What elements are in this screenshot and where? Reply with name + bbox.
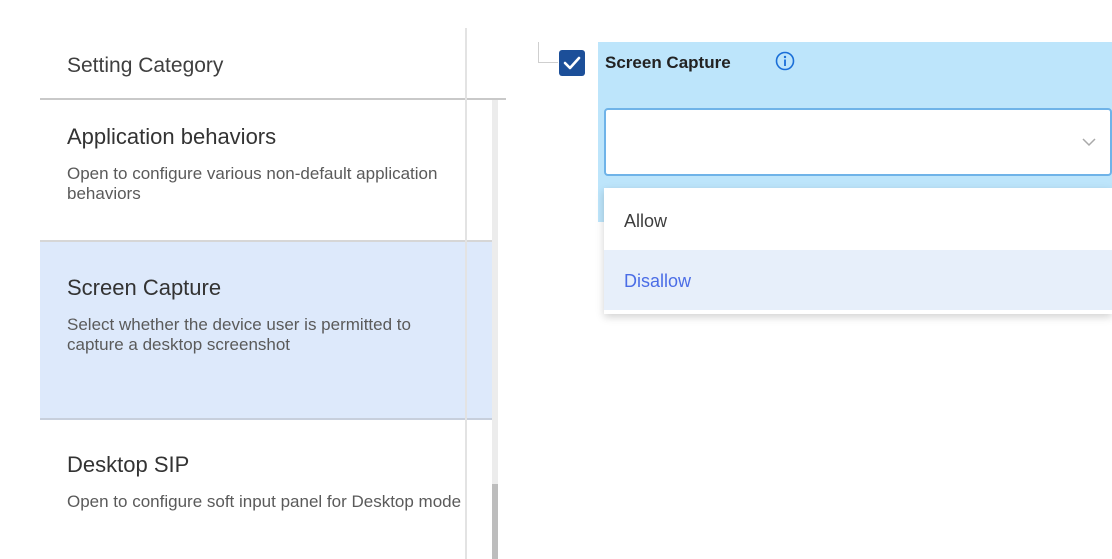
sidebar-item-description: Select whether the device user is permit… — [67, 315, 411, 354]
chevron-down-icon — [1082, 138, 1096, 147]
setting-label: Screen Capture — [605, 53, 731, 72]
sidebar-item-desktop-sip[interactable]: Desktop SIP Open to configure soft input… — [40, 420, 492, 559]
option-label: Disallow — [624, 271, 692, 291]
setting-category-header: Setting Category — [40, 28, 506, 100]
sidebar-item-title: Application behaviors — [67, 124, 277, 149]
checkmark-icon — [563, 56, 581, 70]
option-label: Allow — [624, 211, 668, 231]
setting-category-panel: Setting Category Application behaviors O… — [40, 0, 508, 559]
sidebar-item-title: Desktop SIP — [67, 452, 190, 477]
panel-divider — [465, 28, 467, 559]
tree-connector — [538, 62, 558, 63]
setting-category-title: Setting Category — [67, 54, 224, 77]
sidebar-item-description: Open to configure soft input panel for D… — [67, 492, 462, 511]
sidebar-item-application-behaviors[interactable]: Application behaviors Open to configure … — [40, 100, 492, 242]
sidebar-item-screen-capture[interactable]: Screen Capture Select whether the device… — [40, 242, 492, 420]
tree-connector — [538, 42, 539, 62]
sidebar-item-title: Screen Capture — [67, 275, 222, 300]
scrollbar-thumb[interactable] — [492, 484, 498, 559]
info-icon[interactable] — [775, 51, 795, 71]
option-allow[interactable]: Allow — [604, 190, 1112, 250]
screen-capture-checkbox[interactable] — [559, 50, 585, 76]
option-disallow[interactable]: Disallow — [604, 250, 1112, 310]
sidebar-item-description: Open to configure various non-default ap… — [67, 164, 438, 203]
screen-capture-select[interactable] — [604, 108, 1112, 176]
screen-capture-dropdown: Allow Disallow — [604, 188, 1112, 314]
sidebar-scrollbar[interactable] — [492, 100, 498, 559]
